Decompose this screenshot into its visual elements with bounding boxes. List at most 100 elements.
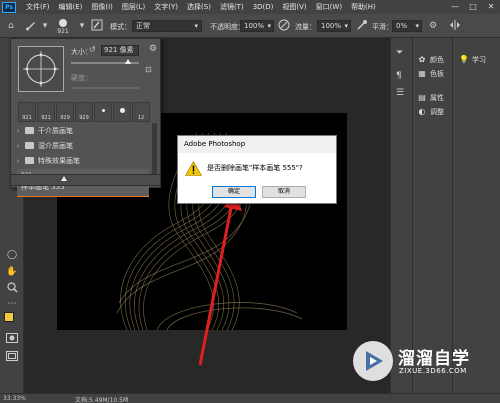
quick-mask-icon[interactable] [5, 333, 19, 347]
size-field[interactable]: 921 像素 [101, 45, 139, 56]
preview-slider-handle[interactable] [61, 176, 67, 181]
maximize-button[interactable]: □ [466, 0, 480, 14]
menu-select[interactable]: 选择(S) [187, 2, 211, 12]
menu-help[interactable]: 帮助(H) [351, 2, 376, 12]
brush-angle-preview[interactable] [18, 46, 64, 92]
ok-button[interactable]: 确定 [212, 186, 256, 198]
brush-thumbnail[interactable] [113, 102, 131, 122]
smoothing-settings-gear-icon[interactable]: ⚙ [426, 19, 440, 33]
dot-icon [102, 109, 105, 112]
swatches-grid-icon: ▦ [418, 69, 426, 78]
properties-panel-label: 属性 [430, 94, 444, 102]
cancel-button[interactable]: 取消 [262, 186, 306, 198]
swatches-panel-tab[interactable]: ▦ 色板 [417, 69, 444, 79]
minimize-button[interactable]: — [448, 0, 462, 14]
brush-dropdown-icon[interactable]: ▾ [75, 19, 89, 33]
brush-tool-icon[interactable] [24, 19, 38, 33]
home-icon[interactable]: ⌂ [4, 19, 18, 33]
mode-label: 模式： [110, 23, 131, 31]
mode-value: 正常 [136, 22, 150, 30]
lightbulb-icon: 💡 [459, 55, 469, 64]
adjustments-panel-tab[interactable]: ◐ 调整 [417, 107, 445, 117]
adjust-sliders-icon[interactable]: ☰ [396, 88, 404, 98]
color-panel-label: 颜色 [430, 56, 444, 64]
foreground-color-swatch[interactable] [4, 312, 14, 322]
brush-thumbnail[interactable] [94, 102, 112, 122]
opacity-value: 100% [244, 22, 265, 30]
menu-window[interactable]: 窗口(W) [316, 2, 342, 12]
folder-wet-media[interactable]: › 湿介质画笔 [11, 139, 151, 152]
brush-thumbnail[interactable]: 929 [56, 102, 74, 122]
menu-layer[interactable]: 图层(L) [122, 2, 145, 12]
folder-icon [25, 142, 34, 149]
brush-angle-crosshair-icon [23, 51, 59, 87]
flow-value: 100% [321, 22, 342, 30]
opacity-field[interactable]: 100% ▾ [240, 20, 274, 32]
menu-image[interactable]: 图像(I) [91, 2, 113, 12]
reset-size-icon[interactable]: ↺ [89, 45, 99, 55]
tool-preset-dropdown-icon[interactable]: ▾ [38, 19, 52, 33]
zoom-tool-icon[interactable] [5, 282, 19, 296]
airbrush-icon[interactable] [355, 19, 369, 33]
folder-special-effects[interactable]: › 特殊效果画笔 [11, 154, 151, 167]
chevron-right-icon: › [16, 141, 20, 150]
panel-settings-gear-icon[interactable]: ⚙ [149, 44, 157, 54]
menu-filter[interactable]: 滤镜(T) [220, 2, 244, 12]
size-slider-handle[interactable] [125, 59, 131, 64]
pressure-opacity-icon[interactable] [277, 19, 291, 33]
zoom-level[interactable]: 33.33% [3, 395, 26, 402]
chevron-down-icon: ▾ [415, 22, 419, 30]
folder-label: 湿介质画笔 [38, 141, 73, 150]
brush-thumbnail[interactable]: 12 [132, 102, 150, 122]
menu-bar: Ps 文件(F) 编辑(E) 图像(I) 图层(L) 文字(Y) 选择(S) 滤… [0, 0, 500, 14]
brush-preset-picker[interactable]: 921 [52, 17, 74, 35]
menu-view[interactable]: 视图(V) [282, 2, 306, 12]
properties-panel-tab[interactable]: ▤ 属性 [417, 93, 444, 103]
color-panel-tab[interactable]: ✿ 颜色 [417, 55, 444, 65]
photoshop-logo-icon: Ps [2, 1, 16, 13]
history-icon[interactable]: ⏷ [396, 48, 403, 58]
properties-icon: ▤ [418, 93, 426, 102]
menu-type[interactable]: 文字(Y) [154, 2, 178, 12]
brush-settings-icon[interactable] [90, 19, 104, 33]
paragraph-icon[interactable]: ¶ [396, 71, 402, 81]
brush-thumbnail[interactable]: 921 [18, 102, 36, 122]
chevron-right-icon: › [16, 126, 20, 135]
symmetry-icon[interactable] [448, 19, 462, 33]
smoothing-value: 0% [396, 22, 408, 30]
more-tools-icon[interactable]: ⋯ [5, 297, 19, 311]
screen-mode-icon[interactable] [5, 351, 19, 365]
folder-dry-media[interactable]: › 干介质画笔 [11, 124, 151, 137]
status-bar: 33.33% 文档:5.49M/10.5M › [0, 393, 500, 403]
smoothing-field[interactable]: 0% ▾ [392, 20, 422, 32]
close-window-button[interactable]: ✕ [484, 0, 498, 14]
new-preset-icon[interactable]: ⊡ [145, 65, 152, 74]
folder-icon [25, 127, 34, 134]
hardness-slider-track[interactable] [71, 87, 139, 89]
hand-tool-icon[interactable]: ✋ [5, 265, 19, 279]
dialog-message: 是否删除画笔"样本画笔 555"? [207, 164, 303, 172]
watermark-site: ZIXUE.3D66.COM [399, 367, 467, 375]
brush-size-readout: 921 [57, 28, 69, 35]
menu-edit[interactable]: 编辑(E) [59, 2, 83, 12]
menu-file[interactable]: 文件(F) [26, 2, 50, 12]
brush-thumbnail[interactable]: 921 [37, 102, 55, 122]
warning-icon [185, 161, 202, 176]
hardness-label: 硬度： [71, 74, 92, 82]
delete-brush-dialog: Adobe Photoshop 是否删除画笔"样本画笔 555"? 确定 取消 [177, 135, 337, 204]
mode-select[interactable]: 正常 ▾ [132, 20, 202, 32]
chevron-down-icon: ▾ [194, 22, 198, 30]
chevron-down-icon: ▾ [267, 22, 271, 30]
flow-field[interactable]: 100% ▾ [317, 20, 351, 32]
chevron-down-icon: ▾ [344, 22, 348, 30]
watermark-logo-icon [353, 341, 393, 381]
ellipse-tool-icon[interactable]: ◯ [5, 248, 19, 262]
menu-3d[interactable]: 3D(D) [253, 3, 274, 11]
folder-label: 特殊效果画笔 [38, 156, 80, 165]
preview-size-slider[interactable] [10, 174, 161, 186]
learn-panel-tab[interactable]: 💡 学习 [459, 55, 486, 65]
brush-thumbnail[interactable]: 929 [75, 102, 93, 122]
chevron-right-icon[interactable]: › [125, 394, 128, 402]
smoothing-label: 平滑： [372, 23, 393, 31]
document-info: 文档:5.49M/10.5M [75, 397, 129, 403]
